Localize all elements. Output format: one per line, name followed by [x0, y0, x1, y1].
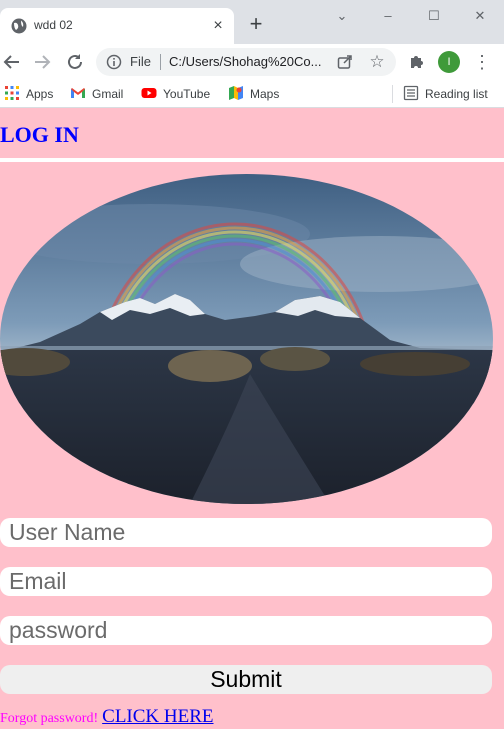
back-arrow-icon[interactable] [0, 50, 24, 74]
forward-arrow-icon[interactable] [30, 50, 54, 74]
email-input[interactable] [0, 567, 492, 596]
mountain-rainbow-image [0, 174, 493, 504]
tab-close-icon[interactable]: × [208, 16, 228, 36]
forgot-password-text: Forgot password! [0, 711, 99, 726]
globe-icon [11, 18, 27, 34]
bookmark-maps-label: Maps [250, 87, 280, 101]
tab-search-chevron-icon[interactable]: ⌄ [332, 8, 352, 24]
more-menu-icon[interactable]: ⋮ [472, 50, 492, 74]
extensions-puzzle-icon[interactable] [407, 52, 427, 72]
new-tab-button[interactable]: + [245, 13, 267, 36]
maximize-button[interactable]: ☐ [424, 8, 444, 24]
youtube-icon [141, 88, 157, 98]
divider [0, 158, 504, 162]
share-icon[interactable] [336, 53, 354, 71]
bookmarks-bar: Apps Gmail YouTube Maps Reading list [0, 80, 504, 108]
close-window-button[interactable]: ✕ [470, 8, 490, 24]
url-text[interactable]: C:/Users/Shohag%20Co... [169, 54, 321, 69]
browser-toolbar: File C:/Users/Shohag%20Co... ☆ I ⋮ [0, 44, 504, 80]
reading-list-label: Reading list [425, 87, 488, 101]
profile-avatar[interactable]: I [438, 51, 460, 73]
bookmark-apps[interactable]: Apps [4, 85, 53, 103]
maps-icon [229, 86, 243, 100]
tab-title: wdd 02 [34, 18, 73, 32]
active-tab[interactable]: wdd 02 × [0, 8, 234, 44]
bookmark-youtube[interactable]: YouTube [141, 85, 210, 103]
info-icon[interactable] [106, 54, 122, 70]
username-input[interactable] [0, 518, 492, 547]
reading-list-icon [403, 85, 419, 101]
minimize-button[interactable]: – [378, 8, 398, 24]
bookmark-youtube-label: YouTube [163, 87, 211, 101]
password-input[interactable] [0, 616, 492, 645]
address-bar[interactable]: File C:/Users/Shohag%20Co... ☆ [96, 48, 396, 76]
bookmark-star-icon[interactable]: ☆ [366, 51, 388, 73]
bookmarks-divider [392, 85, 393, 103]
url-divider [160, 54, 161, 70]
click-here-link[interactable]: CLICK HERE [102, 706, 213, 727]
reading-list-button[interactable]: Reading list [403, 85, 488, 103]
bookmark-gmail[interactable]: Gmail [70, 85, 123, 103]
tab-strip: wdd 02 × + ⌄ – ☐ ✕ [0, 0, 504, 44]
reload-icon[interactable] [63, 50, 87, 74]
page-content: LOG IN User Name Email Submit Forgot pas… [0, 108, 504, 729]
page-title: LOG IN [0, 122, 79, 147]
submit-button[interactable]: Submit [0, 665, 492, 694]
forgot-password-row: Forgot password! CLICK HERE [0, 706, 214, 728]
bookmark-apps-label: Apps [26, 87, 54, 101]
gmail-icon [71, 88, 85, 98]
apps-grid-icon [5, 86, 19, 100]
url-scheme-label: File [130, 54, 151, 69]
bookmark-maps[interactable]: Maps [228, 85, 279, 103]
bookmark-gmail-label: Gmail [92, 87, 124, 101]
